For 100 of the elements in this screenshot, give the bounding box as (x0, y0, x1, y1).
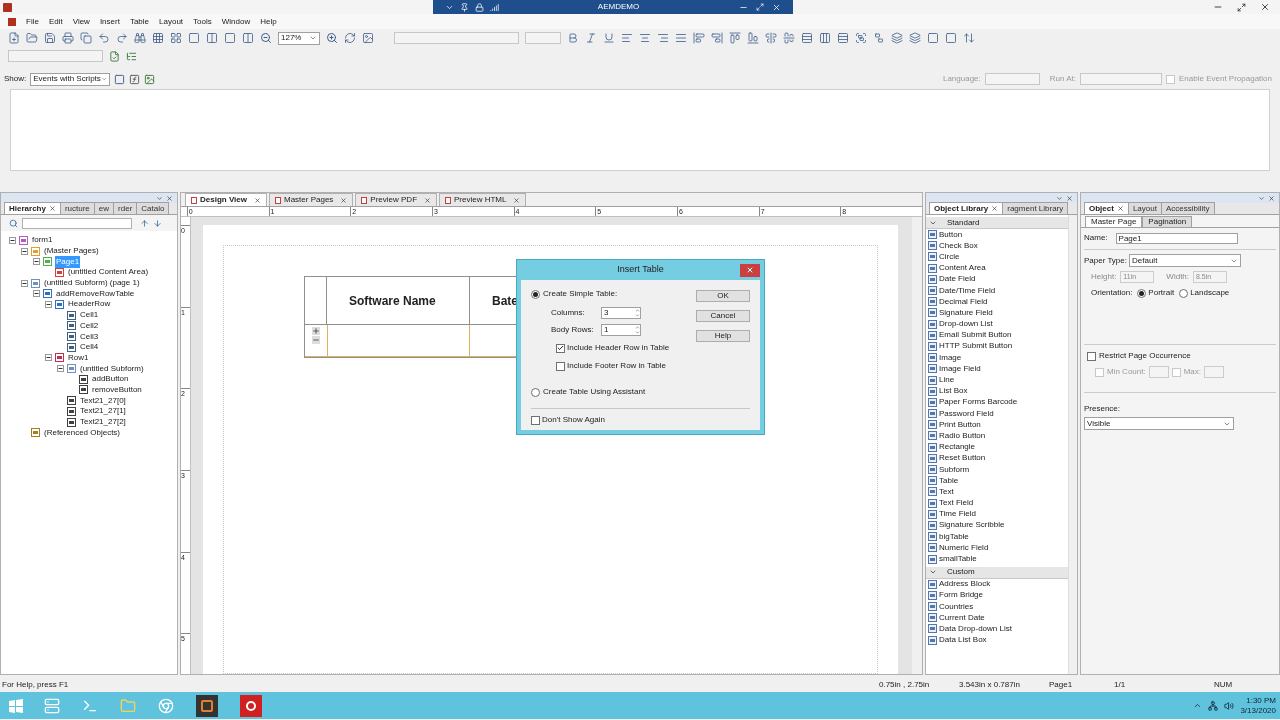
subtab[interactable]: Pagination (1142, 216, 1193, 227)
align-icon[interactable] (729, 32, 741, 44)
library-item[interactable]: Date/Time Field (939, 284, 996, 297)
columns-icon[interactable] (206, 32, 218, 44)
library-item[interactable]: Print Button (939, 418, 981, 431)
close-icon[interactable] (48, 205, 56, 212)
library-item[interactable]: Data Drop-down List (939, 622, 1012, 635)
square-icon[interactable] (224, 32, 236, 44)
library-item[interactable]: Signature Scribble (939, 519, 1005, 532)
tree-icon[interactable] (126, 50, 137, 62)
save-icon[interactable] (44, 32, 56, 44)
arrows-icon[interactable] (963, 32, 975, 44)
redo-icon[interactable] (116, 32, 128, 44)
underline-icon[interactable] (603, 32, 615, 44)
tree-item[interactable]: Text21_27[2] (79, 416, 127, 429)
grid-icon[interactable] (170, 32, 182, 44)
binoculars-icon[interactable] (134, 32, 146, 44)
zoom-out-icon[interactable] (260, 32, 272, 44)
library-item[interactable]: Countries (939, 600, 974, 613)
align-right-icon[interactable] (657, 32, 669, 44)
restore-icon[interactable] (755, 3, 764, 11)
view-tab[interactable]: Preview PDF (355, 193, 438, 206)
library-group-header[interactable]: Custom (926, 566, 1068, 579)
checkbox[interactable] (1095, 367, 1104, 377)
library-item[interactable]: bigTable (939, 530, 969, 543)
zoom-in-icon[interactable] (326, 32, 338, 44)
search-field[interactable] (22, 217, 132, 229)
close-icon[interactable] (1116, 205, 1124, 212)
view-tab[interactable]: Design View (185, 193, 267, 206)
move-down-icon[interactable] (153, 218, 162, 228)
panel-menu-icon[interactable] (1258, 194, 1265, 202)
library-item[interactable]: Reset Button (939, 452, 986, 465)
collapse-icon[interactable] (33, 290, 40, 298)
library-item[interactable]: Content Area (939, 262, 986, 275)
columns-icon[interactable] (242, 32, 254, 44)
tree-item[interactable]: HeaderRow (67, 298, 112, 311)
presence-select[interactable]: Visible (1084, 417, 1234, 430)
layers-icon[interactable] (909, 32, 921, 44)
rows-icon[interactable] (837, 32, 849, 44)
view-tab[interactable]: Master Pages (269, 193, 354, 206)
printer-icon[interactable] (62, 32, 74, 44)
event-select[interactable]: Events with Scripts (30, 72, 111, 86)
square-icon[interactable] (927, 32, 939, 44)
align-center-icon[interactable] (639, 32, 651, 44)
columns-icon[interactable] (819, 32, 831, 44)
radio-button[interactable] (531, 387, 540, 397)
image-icon[interactable] (362, 32, 374, 44)
volume-icon[interactable] (1224, 700, 1235, 711)
align-icon[interactable] (783, 32, 795, 44)
dialog-button[interactable]: OK (696, 290, 750, 302)
check-script-icon[interactable] (144, 73, 156, 85)
lock-icon[interactable] (474, 2, 484, 12)
library-item[interactable]: Radio Button (939, 429, 986, 442)
collapse-icon[interactable] (45, 354, 52, 362)
add-row-icon[interactable] (312, 327, 320, 335)
move-up-icon[interactable] (140, 218, 149, 228)
tree-item[interactable]: (untitled Subform) (79, 362, 145, 375)
library-item[interactable]: Line (939, 374, 955, 387)
checkbox[interactable] (556, 343, 565, 353)
checkbox[interactable] (1087, 351, 1096, 361)
close-icon[interactable] (1260, 2, 1270, 12)
close-button[interactable] (740, 263, 760, 277)
tree-item[interactable]: Text21_27[1] (79, 405, 127, 418)
radio-button[interactable] (1179, 288, 1189, 298)
radio-button[interactable] (531, 289, 540, 299)
tree-item[interactable]: Cell2 (79, 319, 100, 332)
radio-button[interactable] (1137, 288, 1147, 298)
dialog-button[interactable]: Cancel (696, 310, 750, 322)
tree-item[interactable]: Row1 (67, 351, 90, 364)
bold-icon[interactable] (567, 32, 579, 44)
menu-item[interactable]: Tools (193, 15, 212, 28)
function-icon[interactable] (129, 73, 141, 85)
browser-icon[interactable] (158, 697, 174, 714)
library-item[interactable]: Address Block (939, 578, 991, 591)
copy-icon[interactable] (80, 32, 92, 44)
close-icon[interactable] (771, 2, 781, 12)
library-item[interactable]: Image Field (939, 362, 981, 375)
menu-item[interactable]: Layout (159, 15, 184, 28)
server-manager-icon[interactable] (44, 697, 60, 714)
library-item[interactable]: Circle (939, 250, 960, 263)
library-item[interactable]: Numeric Field (939, 541, 989, 554)
menu-item[interactable]: Insert (99, 15, 120, 28)
name-field[interactable]: Page1 (1115, 232, 1238, 244)
panel-tab[interactable]: ragment Library (1002, 202, 1069, 214)
library-item[interactable]: Table (939, 474, 959, 487)
menu-item[interactable]: Edit (48, 15, 63, 28)
close-icon[interactable] (166, 194, 173, 202)
panel-tab[interactable]: Catalo (136, 202, 170, 214)
group-icon[interactable] (855, 32, 867, 44)
align-icon[interactable] (765, 32, 777, 44)
collapse-icon[interactable] (21, 247, 28, 255)
library-item[interactable]: Subform (939, 463, 970, 476)
tree-item[interactable]: (Master Pages) (43, 245, 100, 258)
panel-tab[interactable]: Object Library (929, 202, 1004, 214)
library-item[interactable]: Form Bridge (939, 589, 983, 602)
rows-icon[interactable] (801, 32, 813, 44)
close-icon[interactable] (1066, 194, 1073, 202)
panel-tab[interactable]: Hierarchy (4, 202, 61, 214)
library-item[interactable]: Rectangle (939, 441, 976, 454)
align-justify-icon[interactable] (675, 32, 687, 44)
